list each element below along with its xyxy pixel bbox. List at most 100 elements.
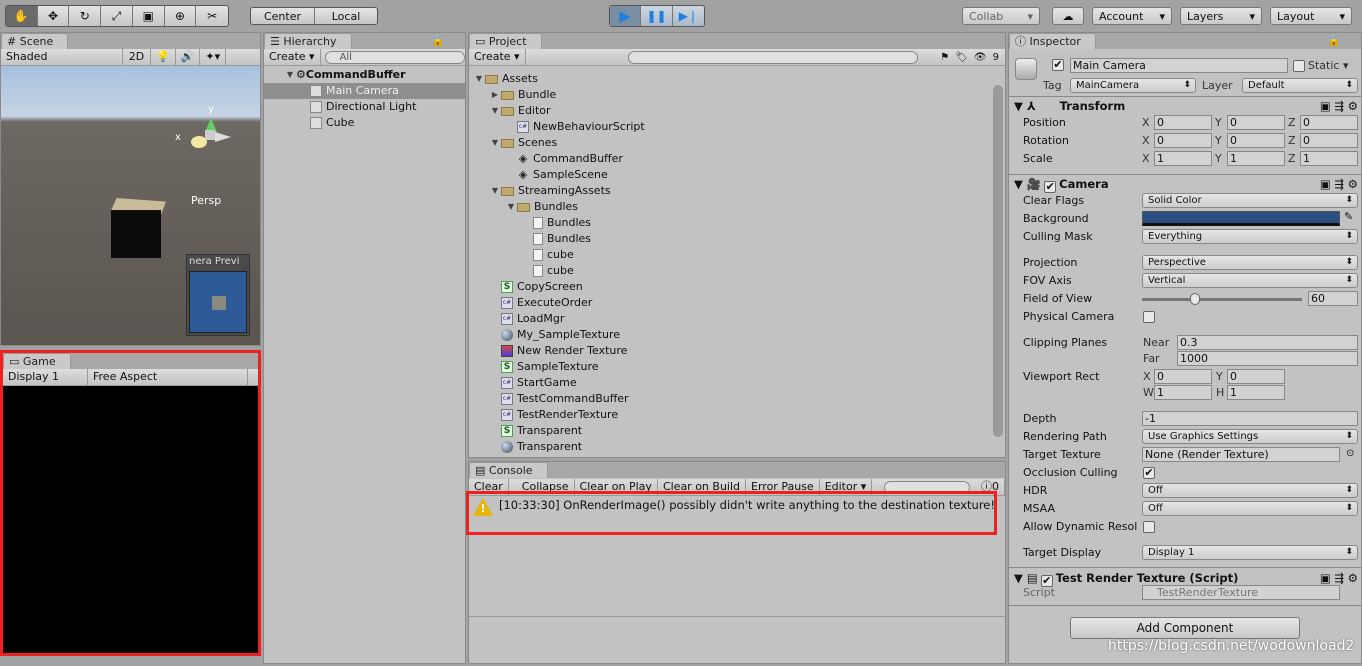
scl-y-field[interactable]: 1	[1227, 151, 1285, 166]
pos-x-field[interactable]: 0	[1154, 115, 1212, 130]
project-item[interactable]: New Render Texture	[489, 343, 627, 359]
project-item[interactable]: S SampleTexture	[489, 359, 599, 375]
lighting-icon[interactable]: 💡	[151, 49, 176, 65]
fov-field[interactable]: 60	[1308, 291, 1358, 306]
hierarchy-item[interactable]: Cube	[310, 115, 354, 131]
game-view[interactable]	[3, 386, 258, 653]
viewport-w-field[interactable]: 1	[1154, 385, 1212, 400]
far-field[interactable]: 1000	[1177, 351, 1358, 366]
project-item[interactable]: c# StartGame	[489, 375, 577, 391]
project-item[interactable]: ◈ SampleScene	[505, 167, 608, 183]
project-item[interactable]: ▼ Scenes	[489, 135, 557, 151]
rendering-path-dropdown[interactable]: Use Graphics Settings	[1142, 429, 1358, 444]
name-field[interactable]: Main Camera	[1070, 58, 1288, 73]
fov-axis-dropdown[interactable]: Vertical	[1142, 273, 1358, 288]
component-icons[interactable]: ▣ ⇶ ⚙	[1320, 176, 1358, 193]
project-item[interactable]: c# LoadMgr	[489, 311, 564, 327]
component-icons[interactable]: ▣ ⇶ ⚙	[1320, 98, 1358, 115]
occlusion-culling-checkbox[interactable]: ✔	[1143, 467, 1155, 479]
object-picker-icon[interactable]: ⊙	[1346, 448, 1354, 459]
pause-button[interactable]: ❚❚	[641, 6, 673, 26]
filter-label-icon[interactable]: 🏷	[955, 52, 968, 63]
project-create-button[interactable]: Create ▾	[469, 49, 526, 65]
audio-icon[interactable]: 🔊	[176, 49, 201, 65]
scene-gizmo[interactable]: y x	[175, 104, 241, 166]
static-checkbox[interactable]	[1293, 60, 1305, 72]
expand-arrow-icon[interactable]: ▶	[489, 87, 501, 103]
hierarchy-item[interactable]: Main Camera	[264, 83, 465, 99]
msaa-dropdown[interactable]: Off	[1142, 501, 1358, 516]
hand-tool-icon[interactable]: ✋	[6, 6, 38, 26]
2d-toggle[interactable]: 2D	[123, 49, 151, 65]
tab-inspector[interactable]: ⓘ Inspector	[1009, 33, 1096, 49]
pos-y-field[interactable]: 0	[1227, 115, 1285, 130]
step-button[interactable]: ▶❘	[673, 6, 704, 26]
culling-mask-dropdown[interactable]: Everything	[1142, 229, 1358, 244]
project-item[interactable]: S CopyScreen	[489, 279, 583, 295]
layers-dropdown[interactable]: Layers ▾	[1180, 7, 1262, 25]
project-item[interactable]: ▶ Bundle	[489, 87, 556, 103]
project-item[interactable]: S Transparent	[489, 423, 582, 439]
scene-root[interactable]: ▼ ⚙ CommandBuffer	[284, 67, 406, 83]
project-item[interactable]: cube	[521, 263, 574, 279]
background-color-field[interactable]	[1142, 211, 1340, 226]
project-item[interactable]: My_SampleTexture	[489, 327, 620, 343]
scl-x-field[interactable]: 1	[1154, 151, 1212, 166]
project-search-input[interactable]	[627, 50, 918, 64]
expand-arrow-icon[interactable]: ▼	[473, 71, 485, 87]
pos-z-field[interactable]: 0	[1300, 115, 1358, 130]
fov-slider[interactable]	[1142, 293, 1302, 305]
rot-y-field[interactable]: 0	[1227, 133, 1285, 148]
rect-tool-icon[interactable]: ▣	[133, 6, 165, 26]
play-button[interactable]: ▶	[610, 6, 642, 26]
account-dropdown[interactable]: Account ▾	[1092, 7, 1172, 25]
project-item[interactable]: ▼ StreamingAssets	[489, 183, 611, 199]
aspect-dropdown[interactable]: Free Aspect	[88, 369, 248, 385]
project-item[interactable]: c# TestCommandBuffer	[489, 391, 629, 407]
expand-arrow-icon[interactable]: ▼	[489, 103, 501, 119]
expand-arrow-icon[interactable]: ▼	[489, 135, 501, 151]
tab-hierarchy[interactable]: ☰ Hierarchy	[264, 33, 352, 49]
static-label[interactable]: Static ▾	[1308, 58, 1348, 73]
rot-z-field[interactable]: 0	[1300, 133, 1358, 148]
pivot-center-button[interactable]: Center	[251, 8, 315, 24]
display-dropdown[interactable]: Display 1	[3, 369, 88, 385]
depth-field[interactable]: -1	[1142, 411, 1358, 426]
project-item[interactable]: ▼ Assets	[473, 71, 538, 87]
shading-dropdown[interactable]: Shaded	[1, 49, 123, 65]
dynamic-resolution-checkbox[interactable]	[1143, 521, 1155, 533]
physical-camera-checkbox[interactable]	[1143, 311, 1155, 323]
tag-dropdown[interactable]: MainCamera	[1070, 78, 1196, 93]
hierarchy-item[interactable]: Directional Light	[310, 99, 416, 115]
project-item[interactable]: Bundles	[521, 231, 591, 247]
viewport-h-field[interactable]: 1	[1227, 385, 1285, 400]
fov-slider-thumb[interactable]	[1190, 293, 1200, 305]
project-item[interactable]: c# NewBehaviourScript	[505, 119, 645, 135]
target-texture-field[interactable]: None (Render Texture)	[1142, 447, 1340, 462]
clear-flags-dropdown[interactable]: Solid Color	[1142, 193, 1358, 208]
target-display-dropdown[interactable]: Display 1	[1142, 545, 1358, 560]
lock-icon[interactable]: 🔒	[431, 34, 445, 47]
filter-type-icon[interactable]: ⚑	[940, 52, 949, 63]
pivot-local-button[interactable]: Local	[315, 8, 377, 24]
project-item[interactable]: cube	[521, 247, 574, 263]
effects-icon[interactable]: ✦▾	[200, 49, 227, 65]
viewport-y-field[interactable]: 0	[1227, 369, 1285, 384]
tab-project[interactable]: ▭ Project	[469, 33, 542, 49]
hierarchy-create-button[interactable]: Create ▾	[264, 49, 321, 65]
add-component-button[interactable]: Add Component	[1070, 617, 1300, 639]
project-item[interactable]: Transparent	[489, 439, 582, 455]
project-item[interactable]: ◈ CommandBuffer	[505, 151, 623, 167]
project-scrollbar[interactable]	[993, 85, 1003, 437]
custom-tool-icon[interactable]: ✂	[196, 6, 228, 26]
tab-game[interactable]: ▭ Game	[3, 353, 71, 369]
cloud-button[interactable]: ☁	[1052, 7, 1084, 25]
lock-icon[interactable]: 🔒	[1327, 34, 1341, 47]
layer-dropdown[interactable]: Default	[1242, 78, 1358, 93]
camera-enabled-checkbox[interactable]: ✔	[1044, 181, 1057, 193]
expand-arrow-icon[interactable]: ▼	[489, 183, 501, 199]
projection-dropdown[interactable]: Perspective	[1142, 255, 1358, 270]
project-item[interactable]: c# ExecuteOrder	[489, 295, 592, 311]
scale-tool-icon[interactable]: ⤢	[101, 6, 133, 26]
rotate-tool-icon[interactable]: ↻	[69, 6, 102, 26]
